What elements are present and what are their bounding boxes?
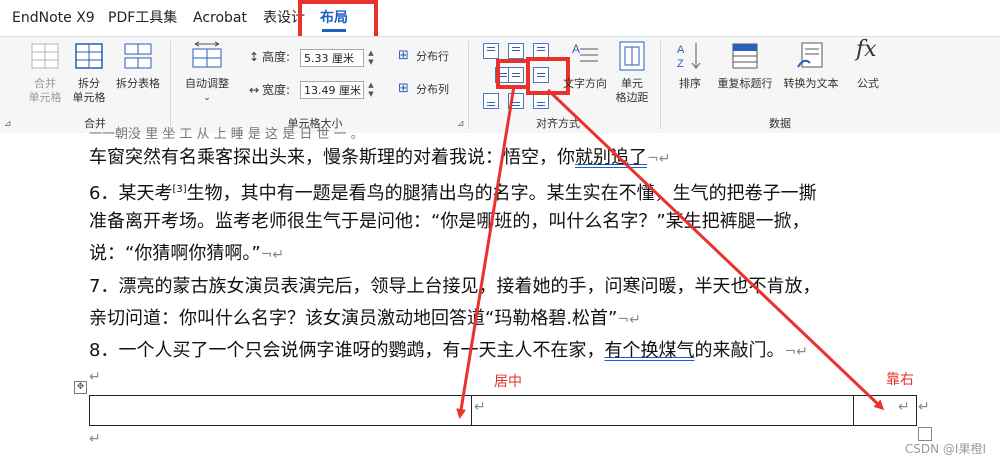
arrow-to-right-cell — [546, 88, 885, 411]
annotation-arrows — [456, 85, 885, 419]
arrow-to-center-cell — [456, 85, 516, 419]
watermark: CSDN @I果橙I — [904, 442, 986, 456]
